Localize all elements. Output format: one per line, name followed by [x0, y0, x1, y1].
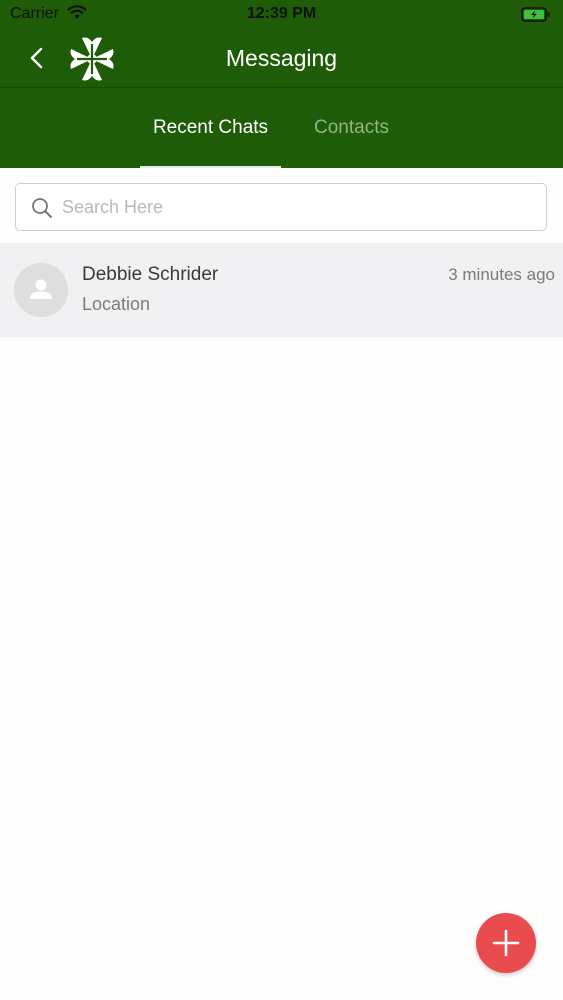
clover-logo: [67, 34, 117, 84]
chat-contact-name: Debbie Schrider: [82, 264, 219, 285]
tab-contacts[interactable]: Contacts: [281, 88, 422, 168]
status-time: 12:39 PM: [246, 5, 317, 22]
avatar: [14, 263, 68, 317]
new-chat-button[interactable]: [476, 913, 536, 973]
active-tab-indicator: [140, 166, 281, 168]
back-button[interactable]: [20, 40, 56, 76]
tab-bar: Recent Chats Contacts: [0, 87, 563, 168]
battery-charging-icon: [521, 7, 551, 27]
plus-icon: [492, 929, 520, 957]
search-input[interactable]: Search Here: [15, 183, 547, 231]
person-icon: [30, 279, 52, 299]
chat-list-item[interactable]: Debbie Schrider Location 3 minutes ago: [0, 243, 563, 337]
search-placeholder: Search Here: [62, 197, 164, 217]
status-bar: Carrier 12:39 PM: [0, 0, 563, 30]
search-icon: [31, 197, 53, 219]
chat-timestamp: 3 minutes ago: [448, 265, 555, 284]
nav-bar: Messaging: [0, 30, 563, 87]
chevron-left-icon: [30, 47, 43, 69]
tab-recent-chats[interactable]: Recent Chats: [140, 88, 281, 168]
chat-last-message: Location: [82, 294, 151, 314]
